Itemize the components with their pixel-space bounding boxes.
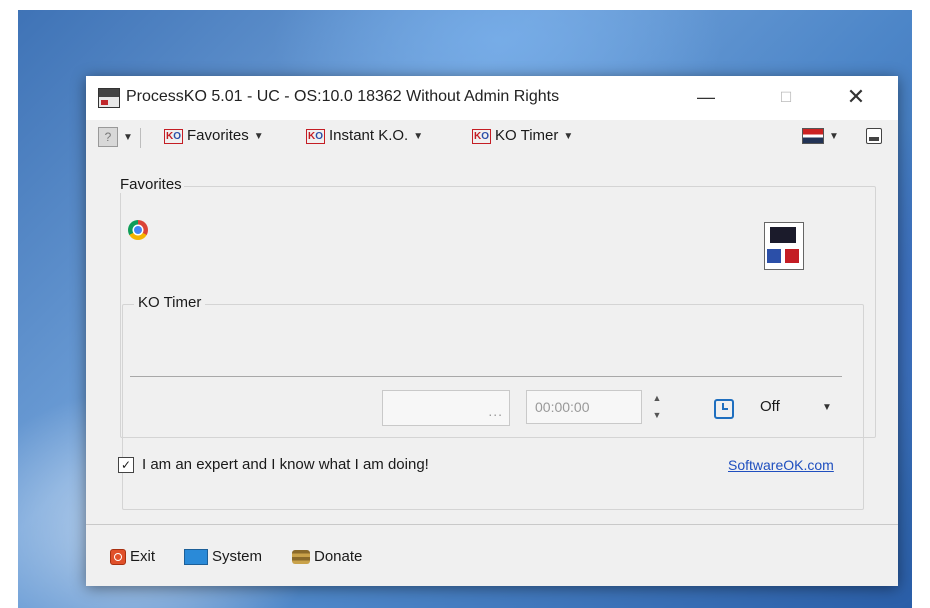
coins-icon: [292, 550, 310, 565]
instant-ko-menu[interactable]: KO Instant K.O. ▼: [306, 127, 423, 144]
timer-divider: [130, 376, 842, 377]
time-spinner[interactable]: ▲ ▼: [646, 390, 668, 424]
expert-checkbox[interactable]: ✓ I am an expert and I know what I am doi…: [118, 456, 429, 474]
ko-icon: KO: [306, 128, 326, 144]
toolbar-separator: [140, 128, 141, 148]
favorites-menu[interactable]: KO Favorites ▼: [164, 127, 264, 144]
instant-ko-menu-label: Instant K.O.: [329, 127, 409, 144]
chevron-down-icon: ▼: [563, 130, 574, 142]
bottom-divider: [86, 524, 898, 525]
minimize-button[interactable]: —: [686, 82, 726, 112]
system-button[interactable]: System: [184, 548, 263, 566]
language-menu[interactable]: ▼: [802, 127, 839, 145]
ko-timer-menu-label: KO Timer: [495, 127, 559, 144]
chrome-icon[interactable]: [128, 220, 148, 240]
title-bar: ProcessKO 5.01 - UC - OS:10.0 18362 With…: [86, 76, 898, 120]
exit-label: Exit: [130, 548, 156, 565]
flag-icon: [802, 128, 824, 145]
spin-up-icon[interactable]: ▲: [646, 390, 668, 407]
toolbar: ? ▼ KO Favorites ▼ KO Instant K.O. ▼ KO KO Tim…: [86, 120, 898, 154]
bottom-bar: Exit System Donate: [86, 534, 898, 580]
main-content: Favorites KO Timer ... ▲ ▼ Off ▼ ✓ I am a…: [86, 154, 898, 534]
favorites-group-label: Favorites: [118, 176, 184, 193]
softwareok-link[interactable]: SoftwareOK.com: [728, 457, 834, 473]
spin-down-icon[interactable]: ▼: [646, 407, 668, 424]
window-title: ProcessKO 5.01 - UC - OS:10.0 18362 With…: [126, 88, 560, 105]
exit-button[interactable]: Exit: [110, 548, 156, 566]
ko-timer-menu[interactable]: KO KO Timer ▼: [472, 127, 573, 144]
chevron-down-icon: ▼: [253, 130, 264, 142]
help-menu[interactable]: ? ▼: [98, 127, 133, 147]
donate-label: Donate: [314, 548, 363, 565]
ko-timer-group-label: KO Timer: [134, 294, 206, 311]
timer-mode-select[interactable]: Off: [760, 398, 780, 415]
power-icon: [110, 549, 126, 566]
save-button[interactable]: [866, 127, 882, 145]
chevron-down-icon: ▼: [413, 130, 424, 142]
chevron-down-icon: ▼: [829, 130, 839, 142]
clock-icon[interactable]: [714, 399, 734, 419]
favorites-menu-label: Favorites: [187, 127, 249, 144]
chevron-down-icon[interactable]: ▼: [822, 402, 832, 413]
expert-checkbox-label: I am an expert and I know what I am doin…: [142, 456, 429, 473]
processko-logo-icon: [764, 222, 804, 270]
checkbox-checked-icon[interactable]: ✓: [118, 457, 134, 474]
ko-icon: KO: [472, 128, 492, 144]
monitor-icon: [184, 549, 208, 566]
ko-icon: KO: [164, 128, 184, 144]
app-icon: [98, 88, 120, 108]
system-label: System: [212, 548, 263, 565]
save-icon: [866, 128, 882, 145]
desktop-background: ProcessKO 5.01 - UC - OS:10.0 18362 With…: [18, 10, 912, 608]
browse-dots[interactable]: ...: [488, 403, 503, 419]
time-input[interactable]: [526, 390, 642, 424]
maximize-button[interactable]: ☐: [766, 82, 806, 112]
help-icon: ?: [98, 127, 118, 147]
close-button[interactable]: ✕: [836, 82, 876, 112]
process-field[interactable]: ...: [382, 390, 510, 426]
donate-button[interactable]: Donate: [292, 548, 362, 565]
app-window: ProcessKO 5.01 - UC - OS:10.0 18362 With…: [86, 76, 898, 586]
chevron-down-icon: ▼: [123, 131, 133, 143]
